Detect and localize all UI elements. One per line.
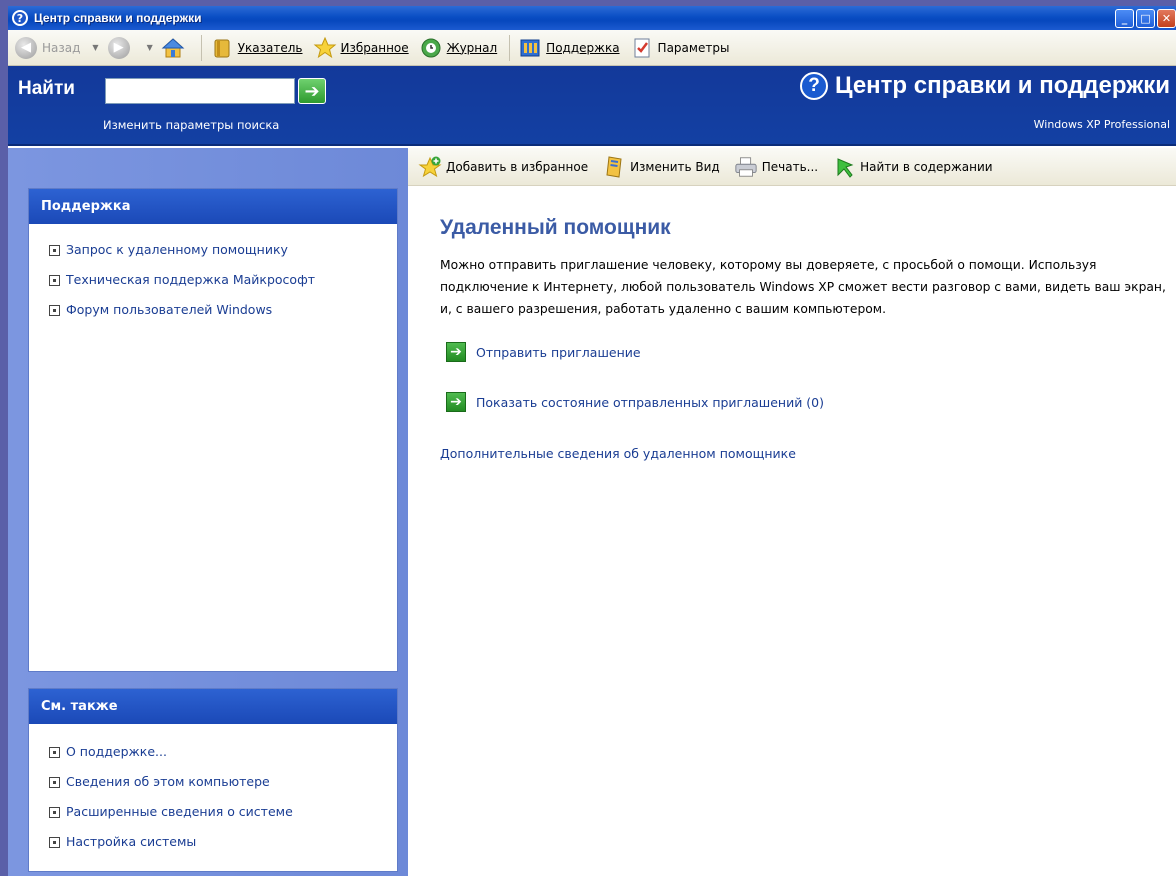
support-label: Поддержка [546,40,620,55]
add-favorite-star-icon [418,155,442,179]
history-icon [419,36,443,60]
support-button[interactable]: Поддержка [518,36,620,60]
windows-edition: Windows XP Professional [1033,118,1170,131]
help-icon: ? [12,10,28,26]
window-controls: _ □ ✕ [1115,9,1176,28]
send-invitation-link[interactable]: ➔ Отправить приглашение [446,342,1176,362]
search-header: Найти ➔ Изменить параметры поиска ? Цент… [8,66,1176,146]
forward-button[interactable]: ▶ [107,36,135,60]
header-title-text: Центр справки и поддержки [835,72,1170,99]
back-dropdown-icon[interactable]: ▼ [92,43,98,52]
list-item[interactable]: Техническая поддержка Майкрософт [49,272,397,302]
index-button[interactable]: Указатель [210,36,303,60]
find-in-contents-button[interactable]: Найти в содержании [832,155,993,179]
list-item[interactable]: Настройка системы [49,834,397,864]
search-options-link[interactable]: Изменить параметры поиска [103,118,279,132]
book-icon [210,36,234,60]
arrow-right-icon: ➔ [446,342,466,362]
bullet-icon [49,807,60,818]
main-toolbar: ◀ Назад ▼ ▶ ▼ Указатель Избранное Журнал… [8,30,1176,66]
left-pane: Поддержка Запрос к удаленному помощнику … [8,148,408,876]
change-view-button[interactable]: Изменить Вид [602,155,720,179]
bullet-icon [49,837,60,848]
search-input[interactable] [105,78,295,104]
find-label: Найти [18,78,75,99]
favorites-button[interactable]: Избранное [313,36,409,60]
favorites-label: Избранное [340,40,409,55]
content-pane: Добавить в избранное Изменить Вид Печать… [408,148,1176,876]
green-arrow-icon [832,155,856,179]
forward-dropdown-icon[interactable]: ▼ [147,43,153,52]
toolbar-separator [200,34,202,61]
bullet-icon [49,305,60,316]
page-header-title: ? Центр справки и поддержки [800,72,1170,100]
options-label: Параметры [657,40,730,55]
see-also-list: О поддержке... Сведения об этом компьюте… [29,724,397,864]
maximize-button[interactable]: □ [1136,9,1155,28]
toolbar-separator [509,34,511,61]
list-item[interactable]: Форум пользователей Windows [49,302,397,332]
article-heading: Удаленный помощник [440,216,671,239]
change-view-icon [602,155,626,179]
support-panel: Поддержка Запрос к удаленному помощнику … [28,188,398,672]
list-item[interactable]: Расширенные сведения о системе [49,804,397,834]
back-arrow-icon: ◀ [14,36,38,60]
print-label: Печать... [761,159,819,174]
add-favorites-button[interactable]: Добавить в избранное [418,155,588,179]
star-icon [313,36,337,60]
content-toolbar: Добавить в избранное Изменить Вид Печать… [408,148,1176,186]
send-invitation-label: Отправить приглашение [476,344,641,360]
back-label: Назад [42,40,81,55]
change-view-label: Изменить Вид [630,159,720,174]
show-status-link[interactable]: ➔ Показать состояние отправленных пригла… [446,392,1176,412]
index-label: Указатель [237,40,303,55]
close-button[interactable]: ✕ [1157,9,1176,28]
add-favorites-label: Добавить в избранное [446,159,589,174]
help-circle-icon: ? [800,72,828,100]
print-button[interactable]: Печать... [734,155,818,179]
forward-arrow-icon: ▶ [107,36,131,60]
find-in-contents-label: Найти в содержании [860,159,993,174]
see-also-panel-title: См. также [29,689,397,724]
title-bar: ? Центр справки и поддержки _ □ ✕ [8,6,1176,30]
search-go-button[interactable]: ➔ [298,78,326,104]
list-item[interactable]: О поддержке... [49,744,397,774]
printer-icon [734,155,758,179]
bullet-icon [49,275,60,286]
back-button[interactable]: ◀ Назад [14,36,80,60]
options-icon [630,36,654,60]
minimize-button[interactable]: _ [1115,9,1134,28]
see-also-panel: См. также О поддержке... Сведения об это… [28,688,398,872]
list-item[interactable]: Запрос к удаленному помощнику [49,242,397,272]
home-icon [161,36,185,60]
list-item[interactable]: Сведения об этом компьютере [49,774,397,804]
arrow-right-icon: ➔ [446,392,466,412]
home-button[interactable] [161,36,189,60]
bullet-icon [49,245,60,256]
help-center-window: ? Центр справки и поддержки _ □ ✕ ◀ Наза… [8,6,1176,876]
article: Удаленный помощник Можно отправить пригл… [408,186,1176,461]
bullet-icon [49,777,60,788]
options-button[interactable]: Параметры [630,36,730,60]
bullet-icon [49,747,60,758]
article-description: Можно отправить приглашение человеку, ко… [440,258,1166,316]
more-info-link[interactable]: Дополнительные сведения об удаленном пом… [440,446,1176,461]
support-panel-title: Поддержка [29,189,397,224]
support-list: Запрос к удаленному помощнику Техническа… [29,224,397,332]
show-status-label: Показать состояние отправленных приглаше… [476,394,824,410]
window-title: Центр справки и поддержки [34,11,202,25]
support-icon [518,36,542,60]
history-label: Журнал [446,40,498,55]
history-button[interactable]: Журнал [419,36,498,60]
